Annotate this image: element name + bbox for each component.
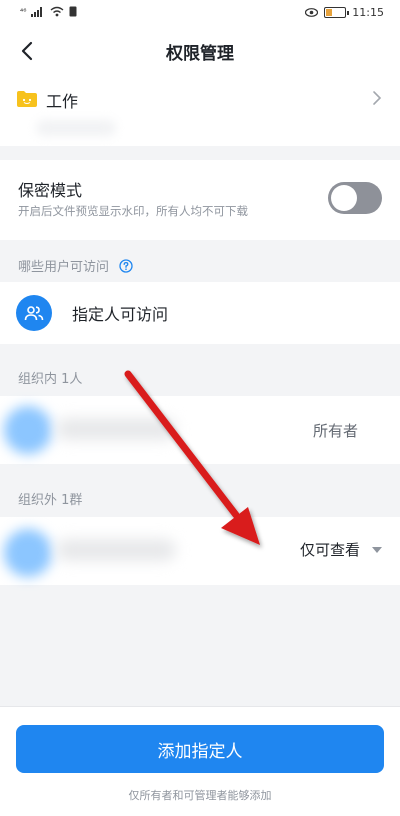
permission-value: 仅可查看 [299, 541, 360, 559]
people-icon [16, 295, 52, 331]
caret-down-icon [372, 546, 382, 553]
secret-mode-title: 保密模式 [18, 181, 83, 200]
bottom-bar: 添加指定人 仅所有者和可管理者能够添加 [0, 706, 400, 816]
help-icon[interactable] [119, 259, 133, 273]
clock: 11:15 [352, 6, 384, 19]
secret-mode-description: 开启后文件预览显示水印，所有人均不可下载 [18, 204, 248, 218]
member-role-label: 所有者 [312, 422, 358, 440]
member-row-owner[interactable]: 所有者 [0, 396, 400, 464]
toggle-knob [331, 185, 357, 211]
access-section-label: 哪些用户可访问 [18, 256, 133, 275]
blurred-folder-path [36, 120, 116, 136]
signal-icon [31, 7, 43, 17]
status-bar: ⁴⁶ 11:15 [0, 0, 400, 26]
eye-icon [305, 8, 319, 17]
member-row-group[interactable]: 仅可查看 [0, 517, 400, 585]
signal-type-label: ⁴⁶ [20, 7, 27, 16]
avatar [4, 406, 52, 454]
secret-mode-row: 保密模式 开启后文件预览显示水印，所有人均不可下载 [0, 160, 400, 240]
folder-icon [17, 91, 37, 107]
folder-row[interactable]: 工作 [0, 76, 400, 146]
secret-mode-toggle[interactable] [328, 182, 382, 214]
battery-icon [324, 7, 350, 18]
blurred-member-name [56, 418, 176, 440]
access-option-label: 指定人可访问 [72, 305, 169, 324]
wifi-icon [50, 6, 64, 17]
add-specified-person-button[interactable]: 添加指定人 [16, 725, 384, 773]
blurred-group-name [56, 539, 176, 561]
access-section-text: 哪些用户可访问 [18, 260, 110, 275]
storage-icon [69, 6, 77, 17]
internal-section-label: 组织内 1人 [18, 372, 83, 387]
access-option-row[interactable]: 指定人可访问 [0, 282, 400, 344]
add-permission-hint: 仅所有者和可管理者能够添加 [128, 789, 272, 802]
permission-dropdown[interactable]: 仅可查看 [300, 539, 382, 560]
page-title: 权限管理 [166, 44, 234, 64]
folder-name: 工作 [46, 92, 79, 111]
nav-bar: 权限管理 [0, 26, 400, 76]
avatar [4, 529, 52, 577]
external-section-label: 组织外 1群 [18, 493, 83, 508]
chevron-right-icon [373, 91, 382, 105]
